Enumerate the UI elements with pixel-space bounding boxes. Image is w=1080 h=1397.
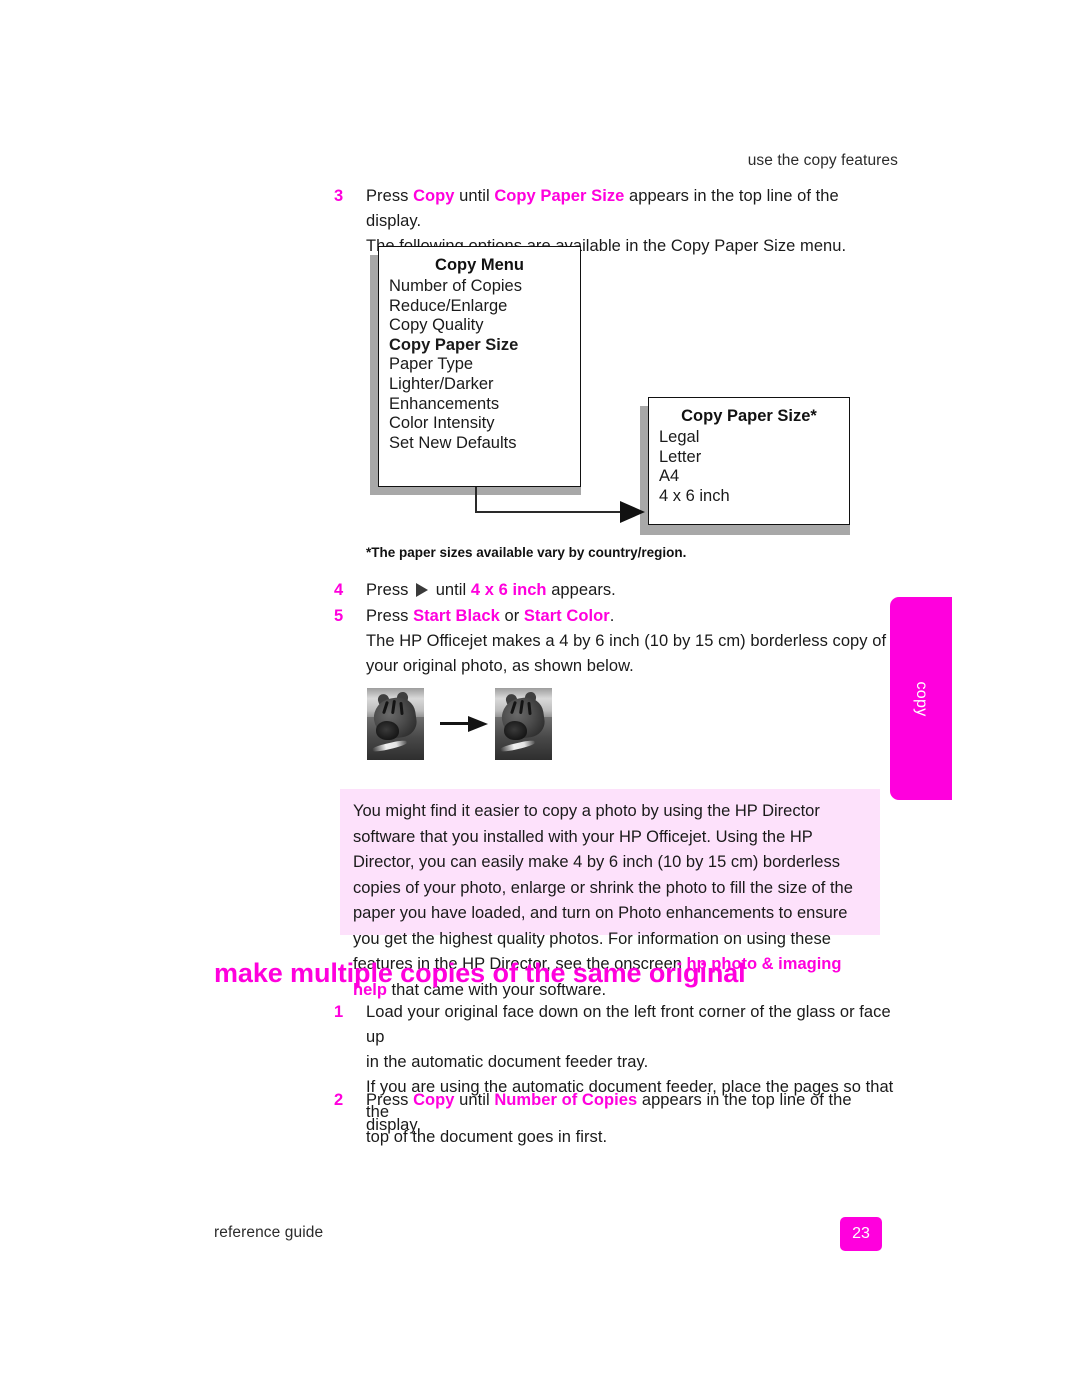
- step-5-body: Press Start Black or Start Color. The HP…: [366, 604, 886, 679]
- connector-vertical-segment: [475, 487, 477, 513]
- side-tab-label: copy: [913, 681, 930, 716]
- original-photo-thumbnail: [367, 688, 424, 760]
- connector-horizontal-segment: [475, 511, 625, 513]
- copy-menu-item-enhancements: Enhancements: [389, 394, 500, 413]
- step-3-t1: Press: [366, 187, 414, 205]
- copy-menu-item-set-new-defaults: Set New Defaults: [389, 433, 517, 452]
- copy-menu-item-reduce-enlarge: Reduce/Enlarge: [389, 296, 508, 315]
- side-tab-copy: copy: [890, 597, 952, 800]
- step-4: 4 Press until 4 x 6 inch appears.: [334, 578, 894, 603]
- step-2-body: Press Copy until Number of Copies appear…: [366, 1088, 894, 1138]
- photo2-tiger-muzzle: [504, 721, 527, 740]
- copy-menu-item-lighter-darker: Lighter/Darker: [389, 374, 494, 393]
- step-5-start-black-label: Start Black: [413, 607, 500, 625]
- step-4-size-label: 4 x 6 inch: [470, 581, 547, 599]
- copy-paper-size-box: Copy Paper Size* Legal Letter A4 4 x 6 i…: [648, 397, 850, 525]
- paper-size-footnote: *The paper sizes available vary by count…: [366, 545, 687, 560]
- step-5-line-3: your original photo, as shown below.: [366, 657, 634, 675]
- page-title: make multiple copies of the same origina…: [214, 958, 746, 988]
- arrow-head: [468, 716, 488, 732]
- copy-paper-size-item-a4: A4: [659, 467, 680, 486]
- step-4-body: Press until 4 x 6 inch appears.: [366, 578, 616, 603]
- step-4-line-1: Press until 4 x 6 inch appears.: [366, 578, 616, 603]
- page-number-badge: 23: [840, 1217, 882, 1251]
- step-4-t3: appears.: [546, 581, 616, 599]
- step-3-copy-paper-size-label: Copy Paper Size: [494, 187, 625, 205]
- copy-menu-box: Copy Menu Number of Copies Reduce/Enlarg…: [378, 246, 581, 487]
- step-2-copy-label: Copy: [413, 1091, 455, 1109]
- step-3-number: 3: [334, 187, 344, 205]
- copy-menu-item-paper-type: Paper Type: [389, 355, 474, 374]
- copy-menu-item-color-intensity: Color Intensity: [389, 414, 495, 433]
- copy-paper-size-item-letter: Letter: [659, 447, 702, 466]
- step-3-copy-label: Copy: [413, 187, 455, 205]
- connector-arrowhead-icon: [620, 501, 645, 523]
- step-4-t2: until: [431, 581, 471, 599]
- right-arrow-icon: [416, 583, 429, 597]
- copy-menu-item-copy-paper-size: Copy Paper Size: [389, 335, 519, 354]
- copy-menu-item-copy-quality: Copy Quality: [389, 316, 484, 335]
- footer-label: reference guide: [214, 1224, 324, 1241]
- photo-tiger-muzzle: [376, 721, 399, 740]
- copy-paper-size-item-4x6: 4 x 6 inch: [659, 486, 730, 505]
- arrow-shaft: [440, 722, 470, 725]
- hp-director-note: You might find it easier to copy a photo…: [340, 789, 880, 999]
- step-2-line-1: Press Copy until Number of Copies appear…: [366, 1088, 894, 1138]
- photo-transform-arrow-icon: [440, 716, 488, 732]
- step-5-t3: .: [609, 607, 615, 625]
- step-4-t1: Press: [366, 581, 414, 599]
- step-5-start-color-label: Start Color: [523, 607, 610, 625]
- copy-menu-title: Copy Menu: [435, 256, 524, 274]
- step-1-number: 1: [334, 1003, 344, 1021]
- copy-paper-size-title: Copy Paper Size*: [681, 407, 817, 425]
- step-2-number: 2: [334, 1091, 344, 1109]
- step-1-line-1: Load your original face down on the left…: [366, 1003, 891, 1046]
- step-4-number: 4: [334, 581, 344, 599]
- step-3-t2: until: [454, 187, 495, 205]
- copy-paper-size-item-legal: Legal: [659, 428, 700, 446]
- step-5: 5 Press Start Black or Start Color. The …: [334, 604, 894, 679]
- copied-photo-thumbnail: [495, 688, 552, 760]
- note-text-before: You might find it easier to copy a photo…: [353, 802, 853, 973]
- step-3-line-1: Press Copy until Copy Paper Size appears…: [366, 184, 894, 234]
- step-5-t1: Press: [366, 607, 414, 625]
- step-2: 2 Press Copy until Number of Copies appe…: [334, 1088, 894, 1138]
- step-1-line-2: in the automatic document feeder tray.: [366, 1053, 649, 1071]
- step-2-t2: until: [454, 1091, 495, 1109]
- running-header: use the copy features: [747, 152, 898, 169]
- step-5-number: 5: [334, 607, 344, 625]
- step-5-line-1: Press Start Black or Start Color.: [366, 604, 886, 629]
- step-2-number-of-copies-label: Number of Copies: [494, 1091, 638, 1109]
- step-5-line-2: The HP Officejet makes a 4 by 6 inch (10…: [366, 632, 887, 650]
- step-2-t1: Press: [366, 1091, 414, 1109]
- copy-menu-item-number-of-copies: Number of Copies: [389, 277, 522, 295]
- step-5-t2: or: [499, 607, 524, 625]
